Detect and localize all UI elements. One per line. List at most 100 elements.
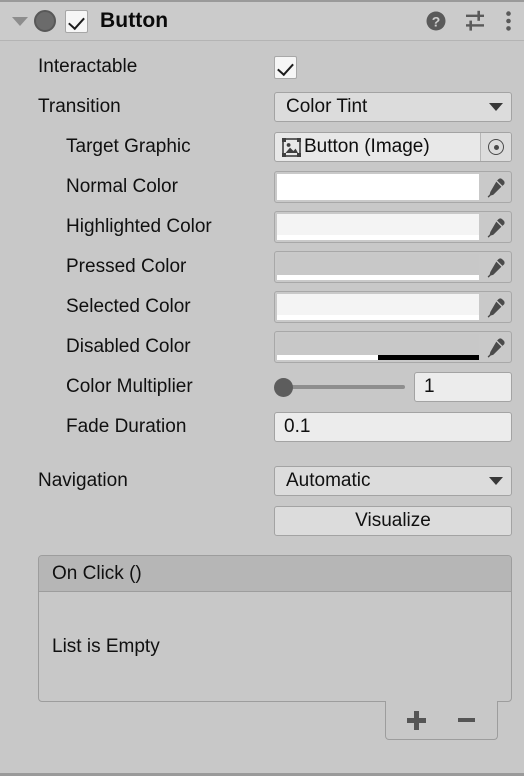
label-interactable: Interactable (38, 56, 138, 77)
preset-sliders-icon[interactable] (464, 10, 488, 32)
highlighted-color-field[interactable] (274, 211, 512, 243)
on-click-empty-message: List is Empty (52, 635, 160, 657)
target-graphic-inner: Button (Image) (275, 136, 480, 158)
on-click-box: On Click () List is Empty (38, 555, 512, 702)
field-pressed-color (274, 251, 512, 283)
highlighted-color-rgb (277, 214, 479, 235)
label-highlighted-color: Highlighted Color (66, 216, 212, 237)
highlighted-color-alpha (277, 235, 479, 240)
label-selected-color: Selected Color (66, 296, 191, 317)
field-disabled-color (274, 331, 512, 363)
kebab-menu-icon[interactable] (505, 10, 512, 32)
navigation-dropdown[interactable]: Automatic (274, 466, 512, 496)
label-target-graphic: Target Graphic (66, 136, 191, 157)
target-graphic-object-field[interactable]: Button (Image) (274, 132, 512, 162)
field-navigation: Automatic (274, 466, 512, 496)
pressed-color-swatch (277, 254, 479, 280)
object-picker-icon[interactable] (480, 133, 511, 161)
color-multiplier-input[interactable]: 1 (414, 372, 512, 402)
eyedropper-icon[interactable] (479, 252, 511, 282)
eyedropper-icon[interactable] (479, 292, 511, 322)
selected-color-alpha (277, 315, 479, 320)
on-click-event-list: On Click () List is Empty (38, 555, 512, 740)
row-interactable: Interactable (0, 47, 524, 87)
field-normal-color (274, 171, 512, 203)
navigation-spacer (0, 447, 524, 461)
label-disabled-color: Disabled Color (66, 336, 191, 357)
component-enabled-checkbox[interactable] (65, 9, 88, 33)
plus-icon (407, 710, 427, 730)
field-interactable (274, 55, 512, 79)
row-pressed-color: Pressed Color (0, 247, 524, 287)
on-click-header[interactable]: On Click () (39, 556, 511, 592)
header-icon-group: ? (425, 10, 512, 32)
interactable-checkbox[interactable] (274, 55, 297, 79)
remove-listener-button[interactable] (446, 701, 486, 739)
add-remove-group (385, 701, 498, 740)
navigation-value: Automatic (286, 470, 371, 491)
foldout-triangle-down-icon[interactable] (10, 11, 30, 31)
eyedropper-icon[interactable] (479, 172, 511, 202)
help-icon[interactable]: ? (425, 10, 447, 32)
row-disabled-color: Disabled Color (0, 327, 524, 367)
selected-color-rgb (277, 294, 479, 315)
selected-color-swatch (277, 294, 479, 320)
label-color-multiplier: Color Multiplier (66, 376, 193, 397)
slider-knob[interactable] (274, 377, 293, 397)
field-transition: Color Tint (274, 92, 512, 122)
label-transition: Transition (38, 96, 121, 117)
field-target-graphic: Button (Image) (274, 132, 512, 162)
color-multiplier-slider[interactable] (274, 372, 405, 402)
row-target-graphic: Target Graphic Button (Image) (0, 127, 524, 167)
row-normal-color: Normal Color (0, 167, 524, 207)
disabled-color-swatch (277, 334, 479, 360)
row-color-multiplier: Color Multiplier 1 (0, 367, 524, 407)
slider-track (280, 385, 405, 389)
disabled-color-alpha (277, 355, 479, 360)
row-selected-color: Selected Color (0, 287, 524, 327)
normal-color-swatch (277, 174, 479, 200)
chevron-down-icon (489, 477, 503, 485)
row-transition: Transition Color Tint (0, 87, 524, 127)
normal-color-field[interactable] (274, 171, 512, 203)
eyedropper-icon[interactable] (479, 332, 511, 362)
sprite-image-icon (282, 137, 301, 157)
normal-color-alpha (277, 195, 479, 200)
onclick-spacer (0, 541, 524, 555)
label-normal-color: Normal Color (66, 176, 178, 197)
transition-dropdown[interactable]: Color Tint (274, 92, 512, 122)
chevron-down-icon (489, 103, 503, 111)
field-highlighted-color (274, 211, 512, 243)
disabled-color-field[interactable] (274, 331, 512, 363)
target-graphic-value: Button (Image) (304, 136, 430, 157)
add-remove-bar (38, 701, 512, 740)
label-pressed-color: Pressed Color (66, 256, 187, 277)
row-highlighted-color: Highlighted Color (0, 207, 524, 247)
row-navigation: Navigation Automatic (0, 461, 524, 501)
pressed-color-field[interactable] (274, 251, 512, 283)
label-navigation: Navigation (38, 470, 128, 491)
add-listener-button[interactable] (397, 701, 437, 739)
label-fade-duration: Fade Duration (66, 416, 187, 437)
inspector-panel: Button ? Interactable Transition Color T… (0, 0, 524, 776)
visualize-button[interactable]: Visualize (274, 506, 512, 536)
selected-color-field[interactable] (274, 291, 512, 323)
field-selected-color (274, 291, 512, 323)
disabled-color-rgb (277, 334, 479, 355)
pressed-color-alpha (277, 275, 479, 280)
eyedropper-icon[interactable] (479, 212, 511, 242)
inspector-body: Interactable Transition Color Tint Targe… (0, 41, 524, 776)
row-fade-duration: Fade Duration 0.1 (0, 407, 524, 447)
highlighted-color-swatch (277, 214, 479, 240)
fade-duration-input[interactable]: 0.1 (274, 412, 512, 442)
component-header: Button ? (0, 0, 524, 41)
minus-icon (457, 718, 475, 722)
svg-text:?: ? (432, 13, 441, 29)
row-visualize: Visualize (0, 501, 524, 541)
transition-value: Color Tint (286, 96, 368, 117)
field-visualize: Visualize (274, 506, 512, 536)
field-color-multiplier: 1 (274, 372, 512, 402)
normal-color-rgb (277, 174, 479, 195)
pressed-color-rgb (277, 254, 479, 275)
component-circle-icon (34, 10, 56, 32)
